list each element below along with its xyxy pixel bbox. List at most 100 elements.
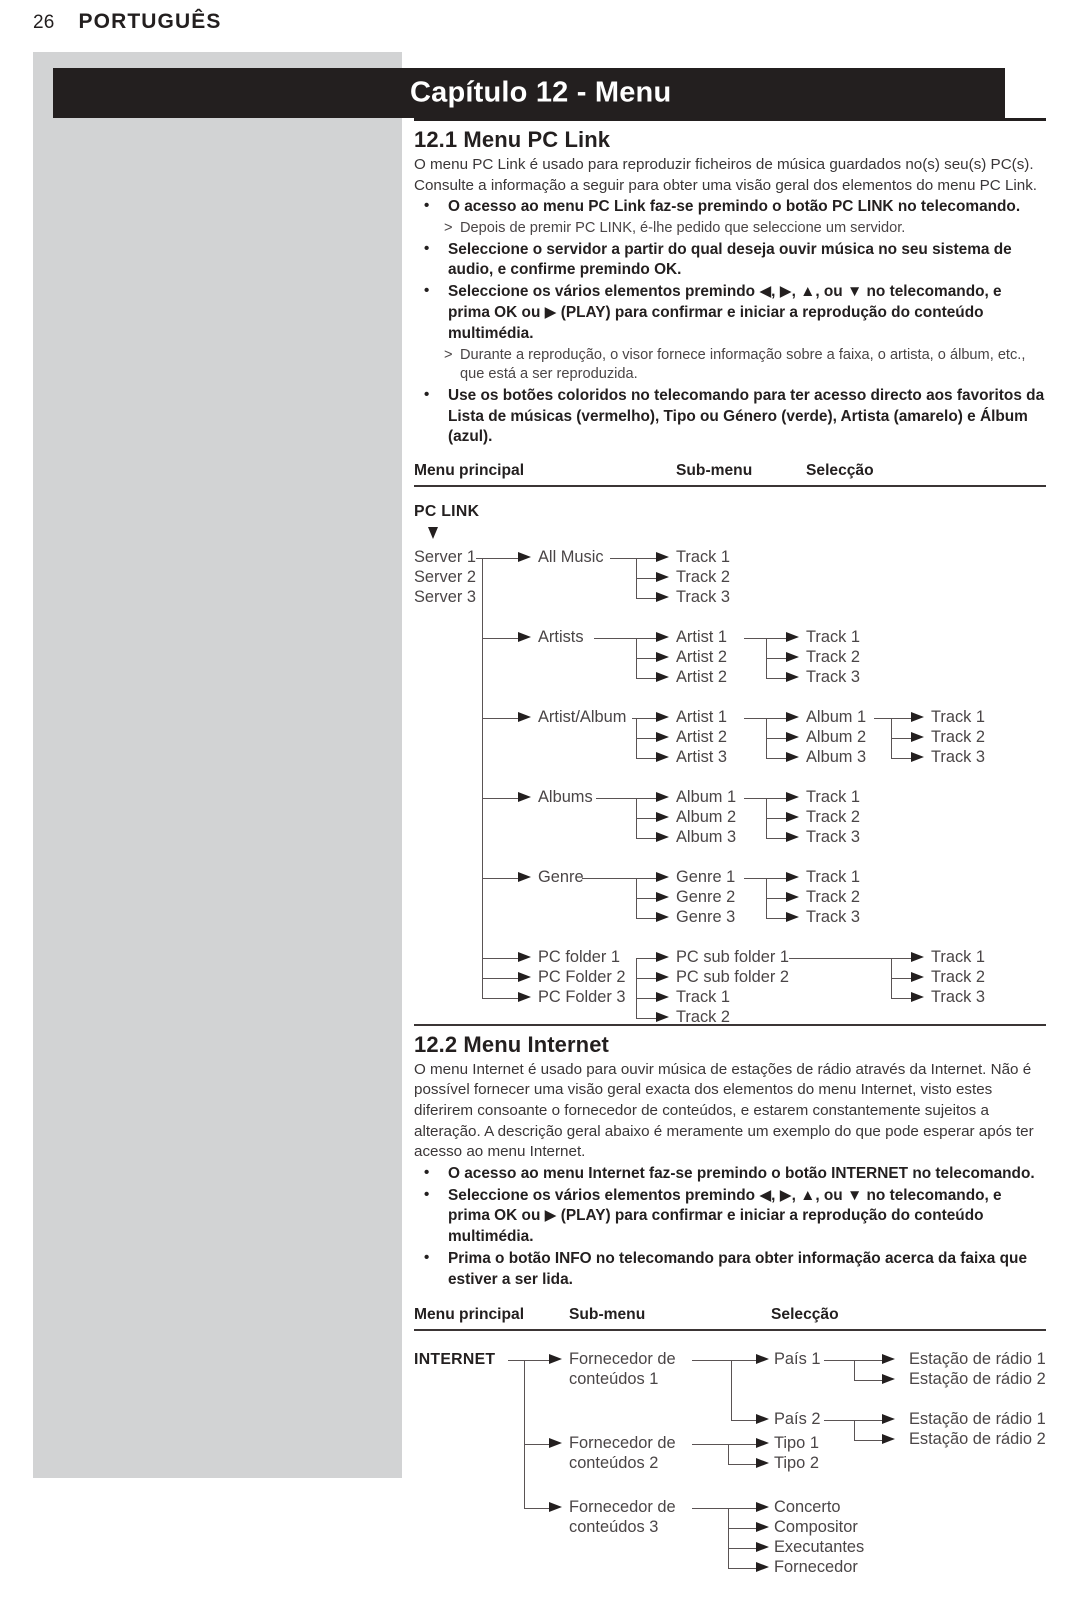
genre-grandchild: Track 2: [806, 888, 861, 907]
artist-album-greatgrandchild: Track 3: [931, 748, 986, 767]
connector-line: [766, 837, 786, 840]
connector-line: [636, 817, 656, 820]
bullet-list-internet: O acesso ao menu Internet faz-se premind…: [414, 1163, 1046, 1291]
arrow-icon: [882, 1374, 895, 1385]
connector-line: [482, 637, 518, 640]
connector-line: [728, 1567, 756, 1570]
connector-line: [636, 657, 656, 660]
connector-line: [728, 1527, 756, 1530]
arrow-icon: [911, 972, 924, 983]
connector-line: [636, 837, 656, 840]
section-intro-pc-link: O menu PC Link é usado para reproduzir f…: [414, 156, 1038, 194]
connector-line: [824, 1359, 854, 1362]
connector-line: [692, 1359, 731, 1362]
arrow-icon: [756, 1414, 769, 1425]
main-spine: [482, 557, 484, 958]
albums-label: Albums: [538, 788, 593, 807]
albums-child: Album 1: [676, 788, 737, 807]
pc-folder-track-node: Track 2: [931, 968, 986, 987]
arrow-icon: [786, 812, 799, 823]
grey-side-panel: [33, 52, 402, 1478]
country-node: País 1: [774, 1350, 821, 1369]
connector-line: [636, 557, 656, 560]
arrow-icon: [656, 972, 669, 983]
bullet-list-pc-link: O acesso ao menu PC Link faz-se premindo…: [414, 196, 1046, 448]
albums-grandchild: Track 2: [806, 808, 861, 827]
pc-link-menu-tree: Menu principal Sub-menu Selecção PC LINK Ser…: [414, 462, 1046, 1026]
genre-grandchild: Track 1: [806, 868, 861, 887]
arrow-icon: [911, 952, 924, 963]
bullet-subnote: Depois de premir PC LINK, é-lhe pedido q…: [414, 219, 1046, 239]
provider-label-line2: conteúdos 1: [569, 1370, 659, 1389]
connector-line: [728, 1463, 756, 1466]
arrow-icon: [786, 672, 799, 683]
connector-line: [610, 557, 636, 560]
connector-line: [891, 757, 911, 760]
server-node: Server 1: [414, 548, 476, 567]
connector-line: [728, 1443, 756, 1446]
running-head: 26 PORTUGUÊS: [33, 10, 221, 34]
radio-station-node: Estação de rádio 1: [909, 1410, 1046, 1429]
arrow-icon: [786, 632, 799, 643]
connector-line: [636, 957, 638, 1018]
pc-sub-folder-node: Track 1: [676, 988, 731, 1007]
connector-line: [891, 717, 911, 720]
arrow-icon: [656, 712, 669, 723]
arrow-icon: [656, 792, 669, 803]
connector-line: [596, 797, 636, 800]
connector-line: [636, 637, 656, 640]
artists-grandchild: Track 1: [806, 628, 861, 647]
column-header: Selecção: [771, 1306, 839, 1324]
bullet-item: O acesso ao menu Internet faz-se premind…: [414, 1163, 1046, 1185]
connector-line: [482, 877, 518, 880]
pc-sub-folder-node: PC sub folder 1: [676, 948, 789, 967]
arrow-icon: [518, 972, 531, 983]
arrow-icon: [786, 892, 799, 903]
arrow-icon: [786, 732, 799, 743]
artist-album-grandchild: Album 2: [806, 728, 867, 747]
all-music-child: Track 2: [676, 568, 731, 587]
connector-line: [636, 717, 656, 720]
server-node: Server 3: [414, 588, 476, 607]
genre-grandchild: Track 3: [806, 908, 861, 927]
genre-child: Genre 3: [676, 908, 736, 927]
page-number: 26: [33, 12, 55, 33]
arrow-icon: [656, 652, 669, 663]
bullet-item: Seleccione o servidor a partir do qual d…: [414, 239, 1046, 282]
connector-line: [766, 677, 786, 680]
connector-line: [854, 1419, 882, 1422]
connector-line: [766, 737, 786, 740]
pc-folder-track-node: Track 1: [931, 948, 986, 967]
connector-line: [744, 717, 766, 720]
arrow-icon: [656, 752, 669, 763]
connector-line: [766, 817, 786, 820]
arrow-icon: [656, 992, 669, 1003]
artists-child: Artist 2: [676, 648, 728, 667]
arrow-icon: [518, 952, 531, 963]
category-node: Executantes: [774, 1538, 865, 1557]
arrow-icon: [882, 1434, 895, 1445]
provider-label-line2: conteúdos 2: [569, 1454, 659, 1473]
artist-album-greatgrandchild: Track 2: [931, 728, 986, 747]
arrow-icon: [786, 712, 799, 723]
connector-line: [854, 1379, 882, 1382]
column-header: Sub-menu: [569, 1306, 646, 1324]
bullet-subnote: Durante a reprodução, o visor fornece in…: [414, 346, 1046, 385]
connector-line: [482, 797, 518, 800]
connector-line: [636, 877, 656, 880]
connector-line: [692, 1507, 728, 1510]
all-music-label: All Music: [538, 548, 604, 567]
albums-grandchild: Track 1: [806, 788, 861, 807]
connector-line: [766, 757, 786, 760]
connector-line: [766, 917, 786, 920]
column-header: Sub-menu: [676, 462, 753, 480]
connector-line: [636, 957, 656, 960]
connector-line: [482, 717, 518, 720]
arrow-icon: [756, 1522, 769, 1533]
connector-line: [594, 637, 636, 640]
arrow-icon: [911, 992, 924, 1003]
connector-line: [891, 977, 911, 980]
connector-line: [824, 1419, 854, 1422]
genre-child: Genre 1: [676, 868, 736, 887]
arrow-icon: [518, 872, 531, 883]
